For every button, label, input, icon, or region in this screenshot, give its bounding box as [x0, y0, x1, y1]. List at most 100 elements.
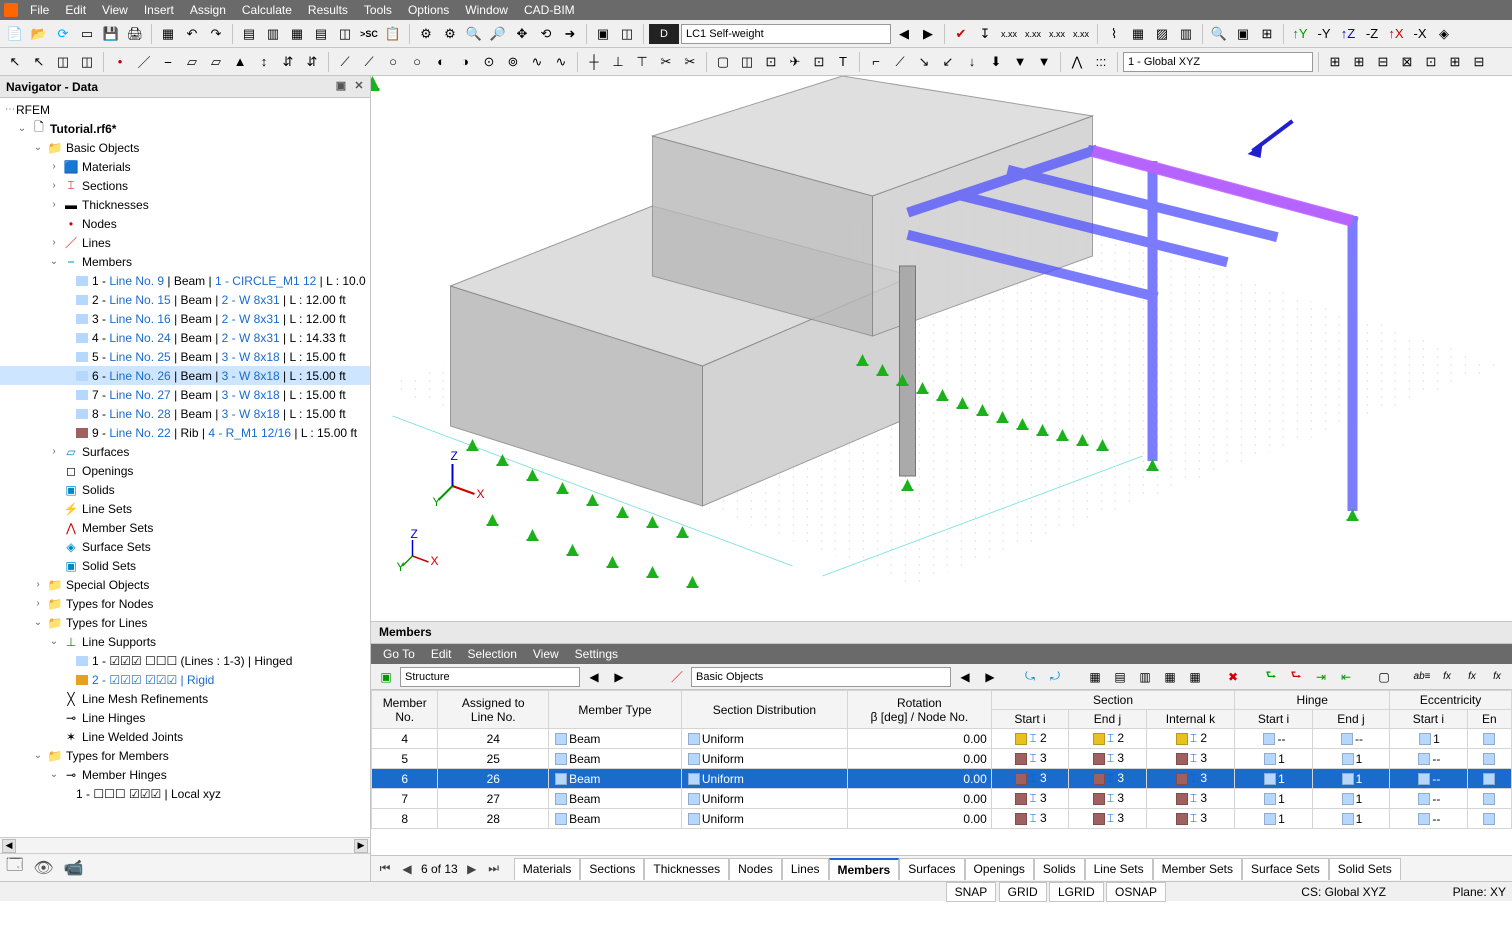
next-page-icon[interactable]: ▶ [464, 862, 480, 876]
tree-solids[interactable]: ▣Solids [0, 480, 370, 499]
t15[interactable]: ⟋ [358, 51, 380, 73]
tab-solid-sets[interactable]: Solid Sets [1329, 858, 1401, 880]
node-icon[interactable]: • [109, 51, 131, 73]
c2-icon[interactable]: ▨ [1151, 23, 1173, 45]
surf-icon[interactable]: ▱ [181, 51, 203, 73]
snap-tab[interactable]: SNAP [946, 882, 997, 902]
menu-tools[interactable]: Tools [356, 1, 400, 19]
nav-display-icon[interactable]: 👁 [33, 858, 53, 878]
dim3-icon[interactable]: x.xx [1046, 23, 1068, 45]
tree-mh1[interactable]: 1 - ☐☐☐ ☑☑☑ | Local xyz [0, 784, 370, 803]
combo-prev-icon[interactable]: ◀ [893, 23, 915, 45]
scroll-left-icon[interactable]: ◀ [2, 839, 16, 853]
tree-openings[interactable]: ◻Openings [0, 461, 370, 480]
tree-ls2[interactable]: 2 - ☑☑☑ ☑☑☑ | Rigid [0, 670, 370, 689]
t25[interactable]: ⊥ [607, 51, 629, 73]
calc2-icon[interactable]: ⚙ [439, 23, 461, 45]
pin-icon[interactable]: ▣ [334, 78, 348, 92]
tab-materials[interactable]: Materials [514, 858, 581, 880]
table-grid[interactable]: MemberNo. Assigned toLine No. Member Typ… [371, 690, 1512, 855]
list-icon[interactable]: ▤ [310, 23, 332, 45]
tree-member-8[interactable]: 8 - Line No. 28 | Beam | 3 - W 8x18 | L … [0, 404, 370, 423]
menu-cadbim[interactable]: CAD-BIM [516, 1, 583, 19]
tree-sections[interactable]: ›⌶Sections [0, 176, 370, 195]
prev-icon[interactable]: ◀ [583, 666, 605, 688]
tm-selection[interactable]: Selection [460, 645, 525, 663]
tree-member-7[interactable]: 7 - Line No. 27 | Beam | 3 - W 8x18 | L … [0, 385, 370, 404]
dim-icon[interactable]: x.xx [998, 23, 1020, 45]
dim2-icon[interactable]: x.xx [1022, 23, 1044, 45]
tt9[interactable]: ⮑ [1285, 666, 1307, 688]
table-row[interactable]: 828BeamUniform0.00⌶ 3⌶ 3⌶ 311-- [372, 809, 1512, 829]
calc-icon[interactable]: ⚙ [415, 23, 437, 45]
t49[interactable]: ⊡ [1420, 51, 1442, 73]
tree-member-1[interactable]: 1 - Line No. 9 | Beam | 1 - CIRCLE_M1 12… [0, 271, 370, 290]
t40[interactable]: ⬇ [985, 51, 1007, 73]
tt10[interactable]: ⇥ [1310, 666, 1332, 688]
struct-icon[interactable]: ▣ [375, 666, 397, 688]
combo-next-icon[interactable]: ▶ [917, 23, 939, 45]
basic-combo[interactable]: Basic Objects [691, 667, 951, 687]
tree-member-4[interactable]: 4 - Line No. 24 | Beam | 2 - W 8x31 | L … [0, 328, 370, 347]
menu-insert[interactable]: Insert [136, 1, 182, 19]
table-icon[interactable]: ▦ [286, 23, 308, 45]
t12[interactable]: ⇵ [277, 51, 299, 73]
arrow-icon[interactable]: ➜ [559, 23, 581, 45]
grid-icon[interactable]: ▦ [157, 23, 179, 45]
tab-member-sets[interactable]: Member Sets [1153, 858, 1242, 880]
cube-icon[interactable]: ▣ [1232, 23, 1254, 45]
tree-nodes[interactable]: •Nodes [0, 214, 370, 233]
solid-icon[interactable]: ▣ [592, 23, 614, 45]
t50[interactable]: ⊞ [1444, 51, 1466, 73]
next-icon[interactable]: ▶ [608, 666, 630, 688]
search-icon[interactable]: 🔍 [1208, 23, 1230, 45]
tree-typesmembers[interactable]: ⌄📁Types for Members [0, 746, 370, 765]
tt6[interactable]: ▦ [1159, 666, 1181, 688]
dim4-icon[interactable]: x.xx [1070, 23, 1092, 45]
tab-members[interactable]: Members [829, 858, 900, 880]
t39[interactable]: ↓ [961, 51, 983, 73]
tree-membersets[interactable]: ⋀Member Sets [0, 518, 370, 537]
axis-z-icon[interactable]: ↑Z [1337, 23, 1359, 45]
rotate-icon[interactable]: ⟲ [535, 23, 557, 45]
tt5[interactable]: ▥ [1134, 666, 1156, 688]
tree-ls1[interactable]: 1 - ☑☑☑ ☐☐☐ (Lines : 1-3) | Hinged [0, 651, 370, 670]
grid-tab[interactable]: GRID [999, 882, 1047, 902]
menu-results[interactable]: Results [300, 1, 356, 19]
t24[interactable]: ┼ [583, 51, 605, 73]
struct-combo[interactable]: Structure [400, 667, 580, 687]
t2[interactable]: ↖ [28, 51, 50, 73]
menu-calculate[interactable]: Calculate [234, 1, 300, 19]
tab-surfaces[interactable]: Surfaces [899, 858, 964, 880]
t14[interactable]: ⟋ [334, 51, 356, 73]
tt15[interactable]: fx [1461, 666, 1483, 688]
wire-icon[interactable]: ◫ [616, 23, 638, 45]
t21[interactable]: ⊚ [502, 51, 524, 73]
t16[interactable]: ○ [382, 51, 404, 73]
t47[interactable]: ⊟ [1372, 51, 1394, 73]
tab-openings[interactable]: Openings [965, 858, 1034, 880]
t37[interactable]: ↘ [913, 51, 935, 73]
axis-nx-icon[interactable]: -X [1409, 23, 1431, 45]
tt1[interactable]: ⤿ [1019, 666, 1041, 688]
t10[interactable]: ▲ [229, 51, 251, 73]
tt4[interactable]: ▤ [1109, 666, 1131, 688]
iso-icon[interactable]: ◈ [1433, 23, 1455, 45]
tree-member-2[interactable]: 2 - Line No. 15 | Beam | 2 - W 8x31 | L … [0, 290, 370, 309]
tree-lh[interactable]: ⊸Line Hinges [0, 708, 370, 727]
first-icon[interactable]: ⏮ [377, 861, 393, 876]
undo-icon[interactable]: ↶ [181, 23, 203, 45]
t51[interactable]: ⊟ [1468, 51, 1490, 73]
t32[interactable]: ✈ [784, 51, 806, 73]
results-icon[interactable]: ◫ [334, 23, 356, 45]
menu-assign[interactable]: Assign [182, 1, 234, 19]
t20[interactable]: ⊙ [478, 51, 500, 73]
line-icon[interactable]: ／ [133, 51, 155, 73]
menu-options[interactable]: Options [400, 1, 457, 19]
tree-member-3[interactable]: 3 - Line No. 16 | Beam | 2 - W 8x31 | L … [0, 309, 370, 328]
t44[interactable]: ::: [1090, 51, 1112, 73]
t26[interactable]: ⊤ [631, 51, 653, 73]
menu-edit[interactable]: Edit [57, 1, 94, 19]
t31[interactable]: ⊡ [760, 51, 782, 73]
tab-sections[interactable]: Sections [580, 858, 644, 880]
